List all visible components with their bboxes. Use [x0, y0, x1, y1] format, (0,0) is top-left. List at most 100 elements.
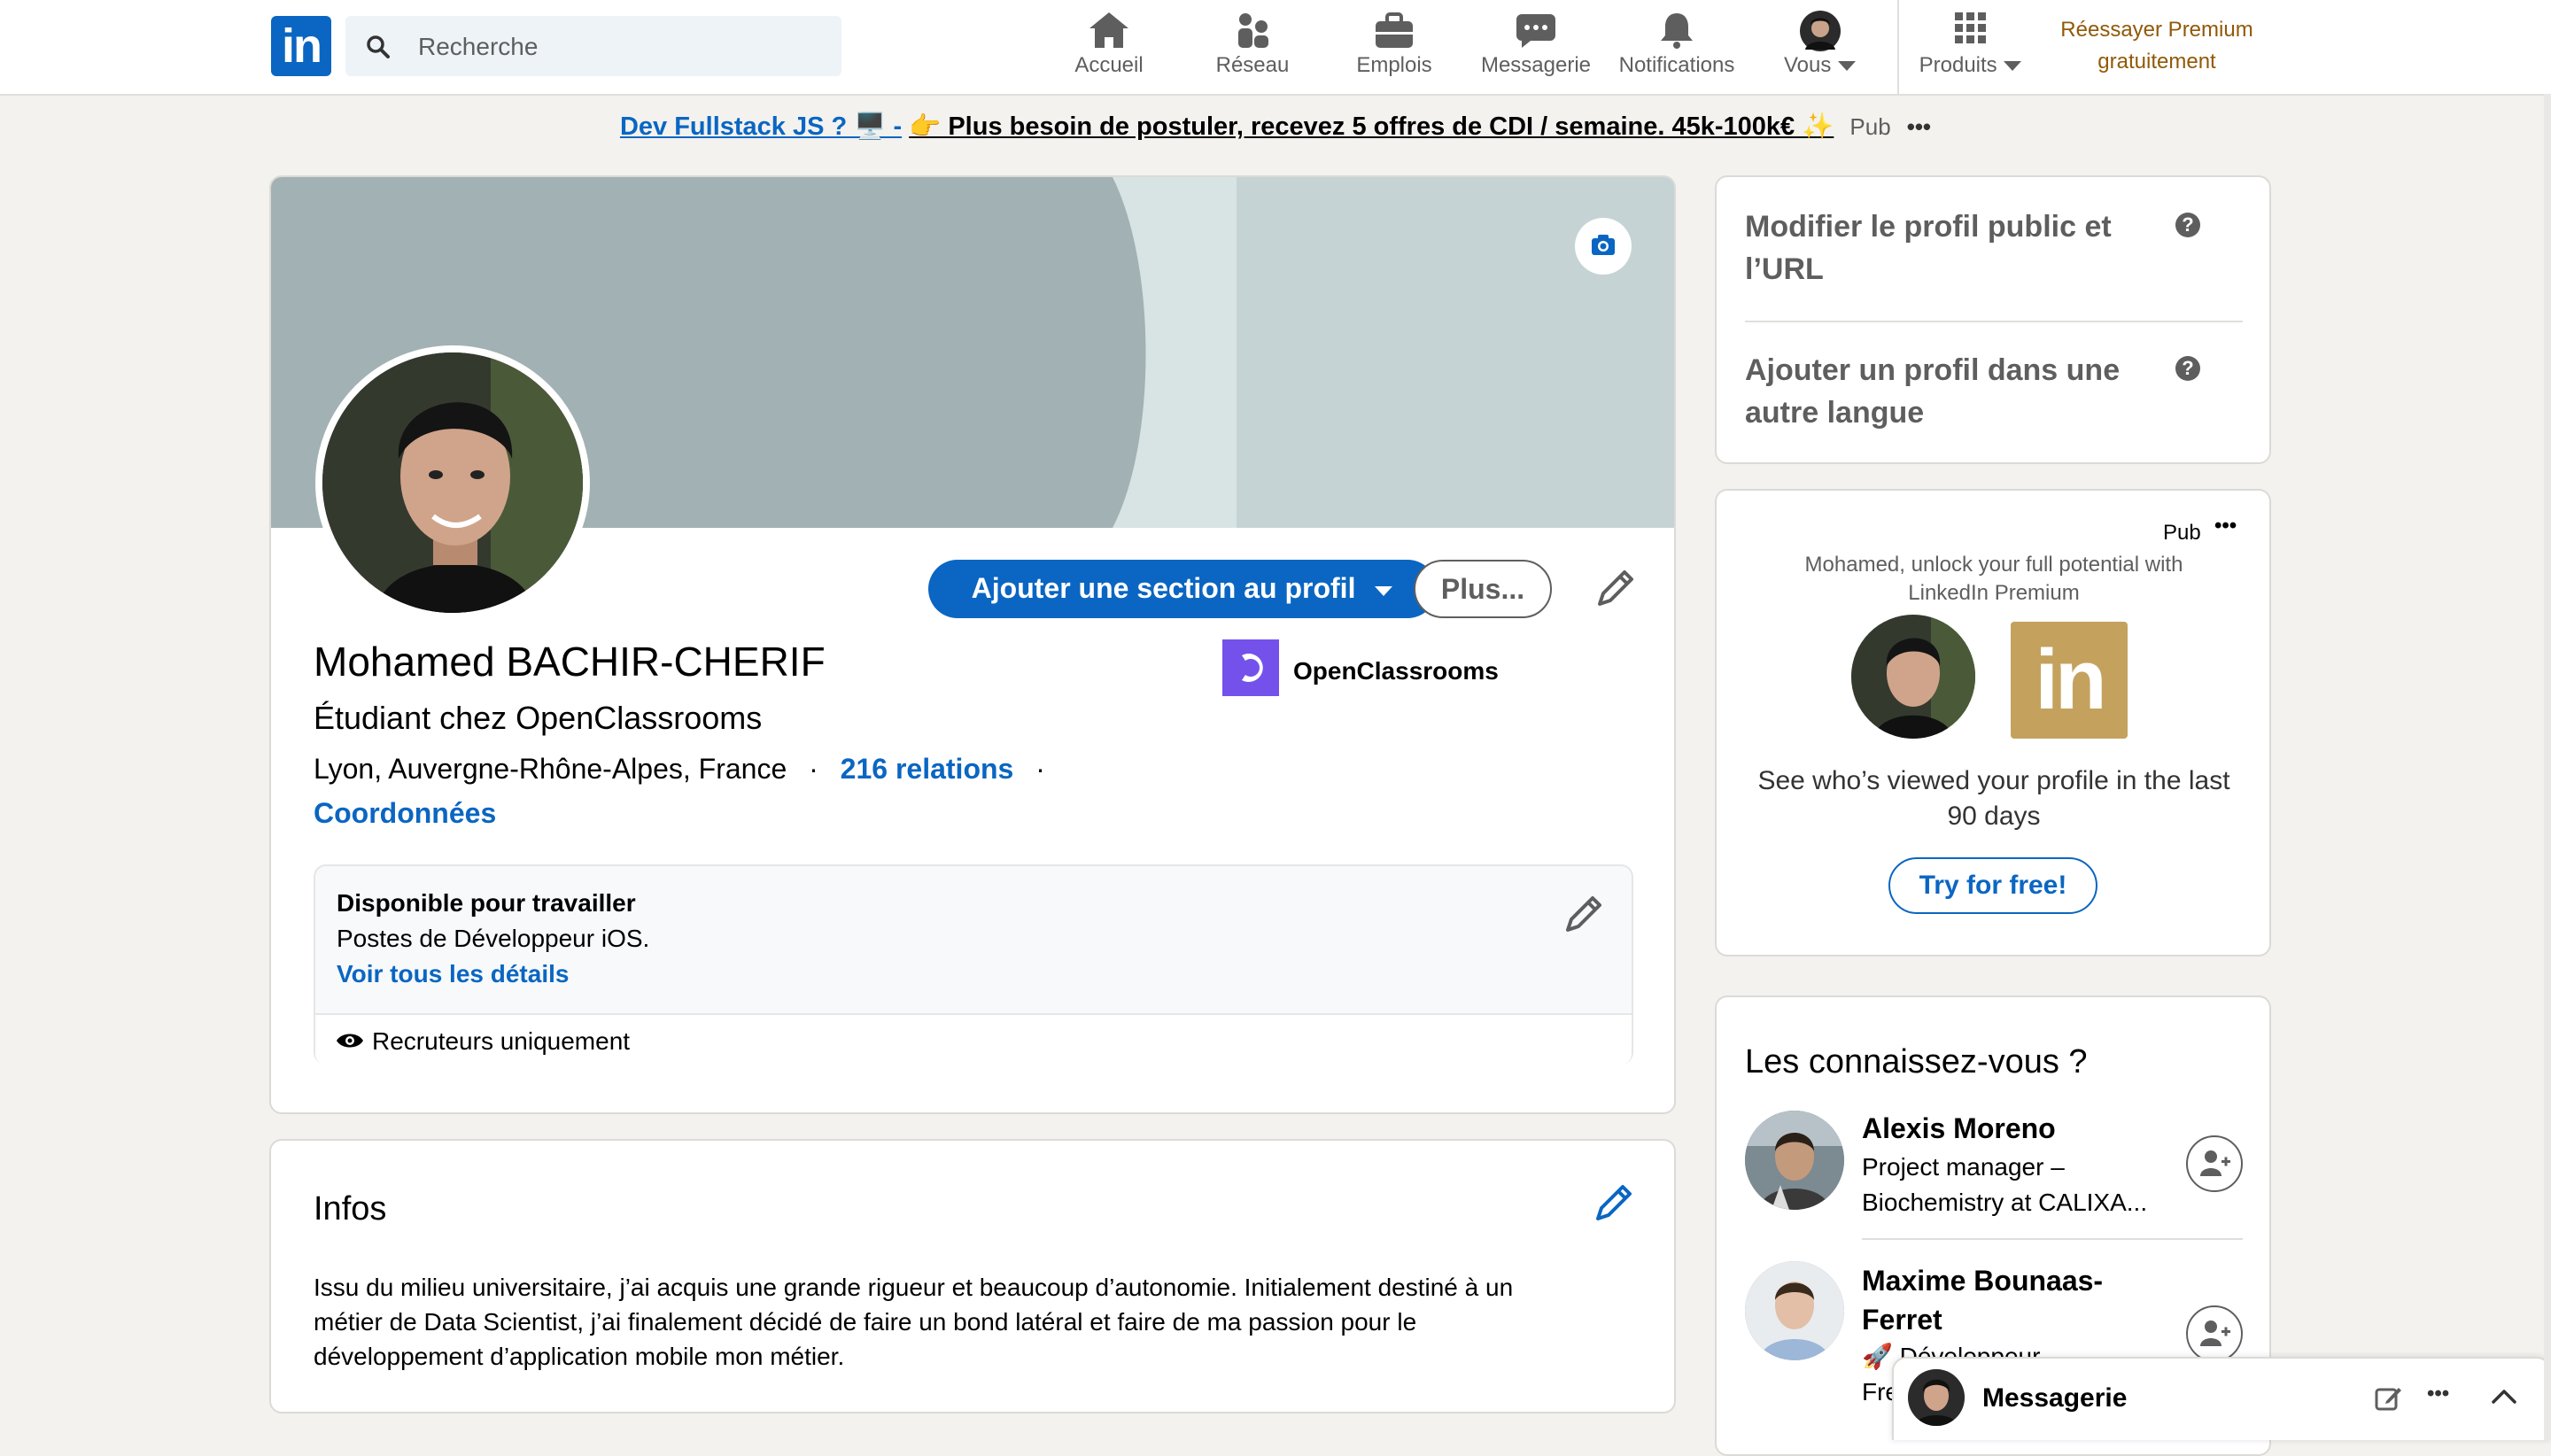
compose-icon[interactable]: [2374, 1383, 2404, 1413]
avatar-art: [1745, 1111, 1844, 1210]
avatar-art: [1745, 1261, 1844, 1360]
openclassrooms-logo-art: [1222, 639, 1279, 696]
open-to-work-details-link[interactable]: Voir tous les détails: [337, 960, 569, 988]
person-headline: Project manager – Biochemistry at CALIXA…: [1862, 1153, 2148, 1216]
premium-trial-link[interactable]: Réessayer Premium gratuitement: [2037, 14, 2276, 78]
premium-ad-card: Pub ••• Mohamed, unlock your full potent…: [1715, 489, 2271, 956]
add-profile-section-label: Ajouter une section au profil: [971, 572, 1356, 604]
premium-pitch: See who’s viewed your profile in the las…: [1757, 766, 2230, 831]
nav-me[interactable]: Vous: [1772, 7, 1869, 87]
about-text: Issu du milieu universitaire, j’ai acqui…: [314, 1274, 1514, 1370]
nav-messaging[interactable]: Messagerie: [1476, 7, 1596, 87]
nav-label: Réseau: [1215, 53, 1290, 77]
bell-icon: [1661, 13, 1693, 49]
search-icon: [367, 35, 390, 58]
edit-public-profile-link[interactable]: Modifier le profil public et l’URL: [1745, 205, 2144, 290]
avatar: [1851, 615, 1975, 739]
help-icon[interactable]: ?: [2175, 356, 2200, 381]
jobs-icon: [1376, 12, 1413, 48]
premium-line-1: Réessayer Premium: [2060, 18, 2253, 42]
more-options-icon[interactable]: •••: [2427, 1382, 2449, 1406]
profile-settings-card: Modifier le profil public et l’URL ? Ajo…: [1715, 175, 2271, 464]
open-to-work-subtitle: Postes de Développeur iOS.: [337, 925, 650, 952]
page-scrollbar[interactable]: [2544, 94, 2551, 1440]
nav-label: Vous: [1783, 53, 1832, 77]
divider: [1862, 1238, 2243, 1240]
avatar: [1800, 11, 1841, 51]
nav-label: Accueil: [1074, 53, 1144, 77]
nav-notifications[interactable]: Notifications: [1612, 7, 1741, 87]
nav-products-label-wrap: Produits: [1913, 53, 2028, 78]
profile-photo[interactable]: [315, 345, 590, 620]
ad-pub-label: Pub: [2163, 521, 2201, 545]
openclassrooms-logo-icon[interactable]: [1222, 639, 1279, 696]
network-icon: [1238, 13, 1268, 48]
edit-about-pencil-icon[interactable]: [1589, 1178, 1639, 1228]
avatar[interactable]: [1745, 1261, 1844, 1360]
profile-headline: Étudiant chez OpenClassrooms: [314, 700, 763, 736]
divider: [1745, 321, 2243, 322]
person-name[interactable]: Maxime Bounaas-Ferret: [1862, 1261, 2154, 1339]
messaging-bar[interactable]: Messagerie •••: [1892, 1357, 2551, 1440]
ad-link[interactable]: Dev Fullstack JS ? 🖥️ -: [620, 112, 902, 141]
about-title: Infos: [314, 1190, 387, 1228]
ad-more-icon[interactable]: •••: [2214, 514, 2237, 538]
more-button[interactable]: Plus...: [1414, 560, 1552, 618]
nav-network[interactable]: Réseau: [1205, 7, 1300, 87]
nav-divider: [1897, 0, 1899, 94]
open-to-work-title: Disponible pour travailler: [337, 889, 636, 917]
about-card: Infos Issu du milieu universitaire, j’ai…: [269, 1139, 1676, 1413]
nav-label: Messagerie: [1480, 53, 1592, 77]
pymk-title: Les connaissez-vous ?: [1745, 1043, 2088, 1080]
profile-location: Lyon, Auvergne-Rhône-Alpes, France: [314, 753, 787, 785]
visibility-label: Recruteurs uniquement: [372, 1027, 631, 1055]
profile-card: Ajouter une section au profil Plus... Mo…: [269, 175, 1676, 1114]
ad-text[interactable]: 👉 Plus besoin de postuler, recevez 5 off…: [909, 112, 1834, 141]
visibility-row: Recruteurs uniquement: [315, 1015, 1632, 1065]
nav-label: Notifications: [1618, 53, 1735, 77]
help-icon[interactable]: ?: [2175, 213, 2200, 237]
premium-tagline: Mohamed, unlock your full potential with…: [1804, 553, 2183, 605]
ad-more-icon[interactable]: •••: [1907, 113, 1931, 140]
try-premium-button[interactable]: Try for free!: [1888, 857, 2097, 914]
open-to-work-card: Disponible pour travailler Postes de Dév…: [314, 864, 1633, 1065]
messaging-label: Messagerie: [1982, 1383, 2128, 1413]
add-person-icon: [2200, 1320, 2230, 1346]
search-box[interactable]: [345, 16, 841, 78]
contact-info-link[interactable]: Coordonnées: [314, 797, 496, 830]
profile-name: Mohamed BACHIR-CHERIF: [314, 639, 826, 685]
caret-down-icon: [1375, 585, 1393, 596]
grid-icon: [1955, 12, 1986, 43]
search-input[interactable]: [416, 16, 827, 78]
connect-button[interactable]: [2186, 1135, 2243, 1192]
add-profile-section-button[interactable]: Ajouter une section au profil: [928, 560, 1437, 618]
current-company[interactable]: OpenClassrooms: [1293, 657, 1499, 685]
add-language-profile-link[interactable]: Ajouter un profil dans une autre langue: [1745, 349, 2144, 434]
nav-home[interactable]: Accueil: [1063, 7, 1155, 87]
connect-button[interactable]: [2186, 1305, 2243, 1362]
avatar[interactable]: [1745, 1111, 1844, 1210]
ad-banner: Dev Fullstack JS ? 🖥️ - 👉 Plus besoin de…: [0, 112, 2551, 142]
camera-icon: [1592, 235, 1615, 255]
nav-products[interactable]: Produits: [1913, 7, 2028, 87]
profile-photo-art: [322, 352, 583, 613]
profile-location-row: Lyon, Auvergne-Rhône-Alpes, France · 216…: [314, 753, 1059, 786]
nav-me-label-wrap: Vous: [1772, 53, 1869, 78]
edit-open-to-work-pencil-icon[interactable]: [1559, 889, 1609, 939]
caret-down-icon: [2004, 61, 2022, 71]
nav-jobs[interactable]: Emplois: [1348, 7, 1440, 87]
chevron-up-icon[interactable]: [2491, 1387, 2517, 1405]
ad-pub-label: Pub: [1849, 113, 1891, 140]
linkedin-logo-icon[interactable]: in: [271, 16, 331, 76]
avatar: [1908, 1369, 1965, 1426]
edit-banner-button[interactable]: [1575, 218, 1632, 275]
nav-label: Produits: [1919, 53, 1997, 77]
person-name[interactable]: Alexis Moreno: [1862, 1112, 2056, 1145]
avatar-art: [1908, 1369, 1965, 1426]
caret-down-icon: [1838, 61, 1857, 71]
separator-dot: ·: [1035, 753, 1045, 785]
relations-link[interactable]: 216 relations: [841, 753, 1014, 785]
home-icon: [1089, 12, 1128, 48]
nav-label: Emplois: [1356, 53, 1432, 77]
edit-intro-pencil-icon[interactable]: [1591, 563, 1640, 613]
